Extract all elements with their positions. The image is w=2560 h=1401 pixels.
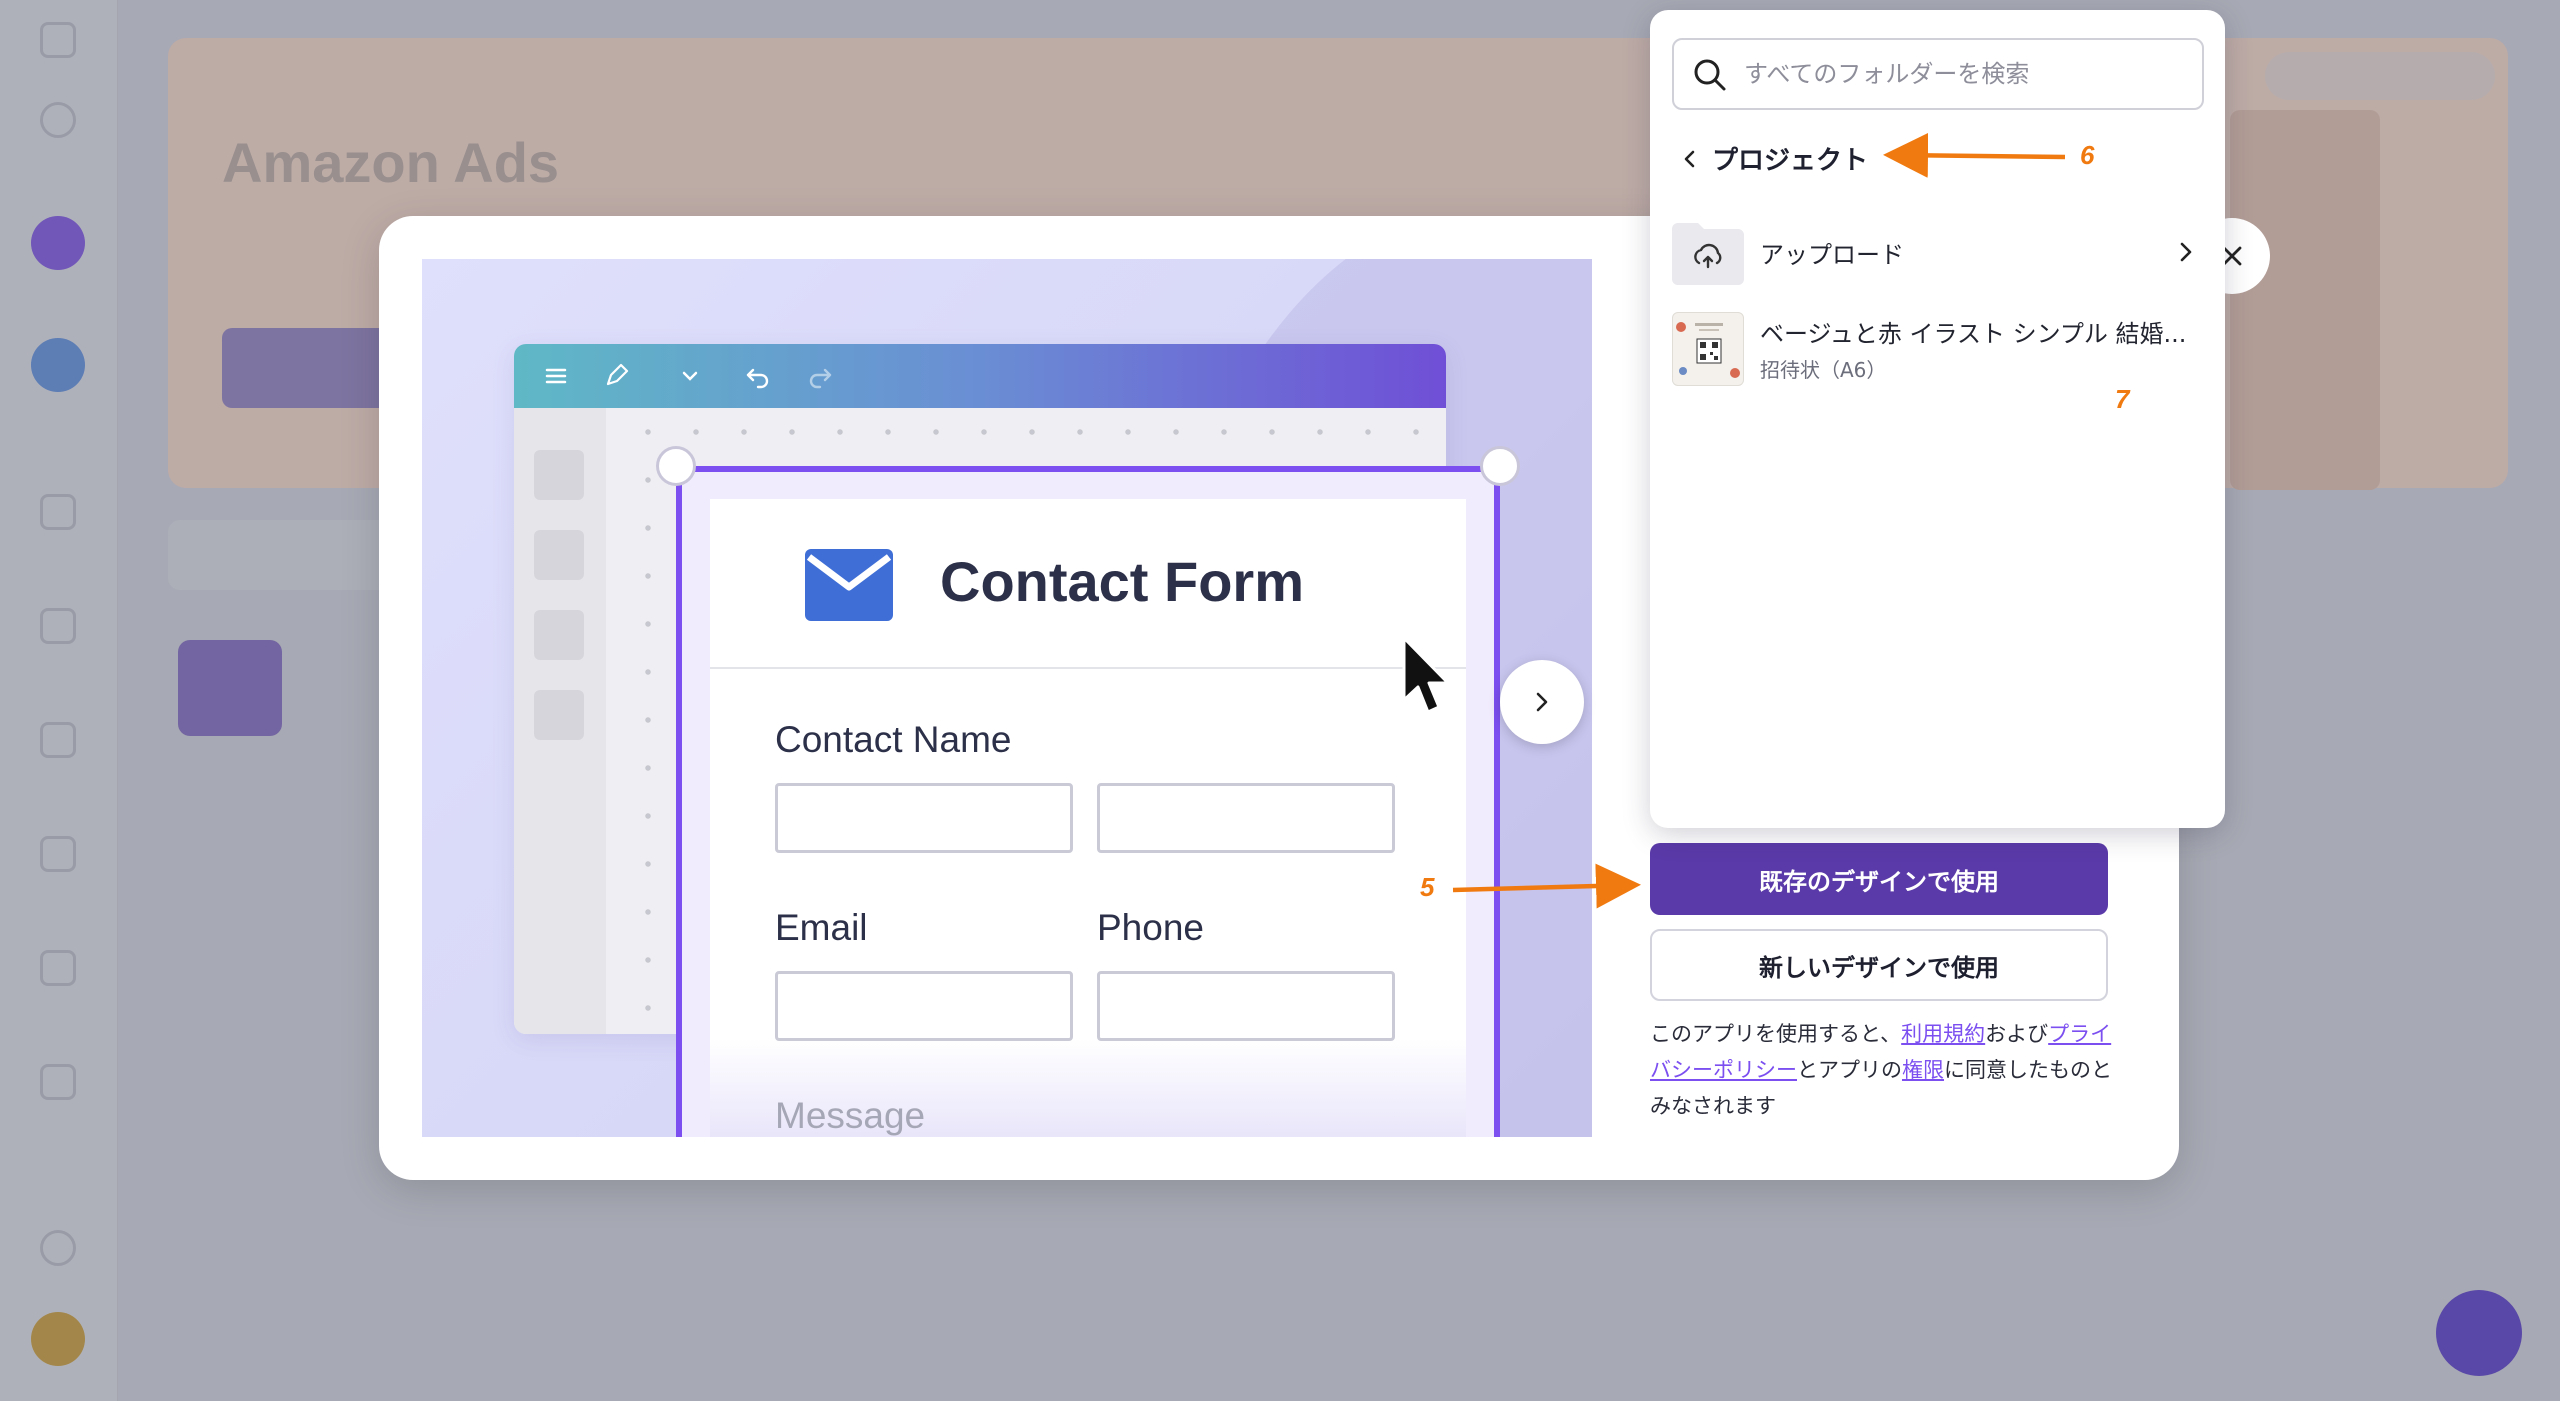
phone-label: Phone <box>1097 907 1204 948</box>
resize-handle <box>1480 446 1520 486</box>
design-subtitle: 招待状（A6） <box>1760 358 1887 382</box>
pencil-icon <box>606 363 629 386</box>
design-title: ベージュと赤 イラスト シンプル 結婚... <box>1760 320 2187 348</box>
chevron-right-icon <box>1536 692 1548 712</box>
form-title: Contact Form <box>940 550 1304 613</box>
last-name-field <box>1097 783 1395 853</box>
chevron-left-icon <box>1684 150 1695 167</box>
email-field <box>775 971 1073 1041</box>
editor-left-rail <box>514 408 606 1034</box>
annotation-7: 7 <box>2115 384 2130 414</box>
folder-item-upload[interactable]: アップロード <box>1672 215 2204 297</box>
rail-item <box>534 690 584 740</box>
rail-item <box>534 450 584 500</box>
resize-handle <box>656 446 696 486</box>
mail-icon <box>805 549 893 621</box>
annotation-5: 5 <box>1420 872 1435 902</box>
folder-label: アップロード <box>1760 241 1904 269</box>
redo-icon <box>809 368 832 389</box>
menu-icon <box>545 368 567 384</box>
invitation-thumbnail-icon <box>1676 322 1740 378</box>
permissions-link[interactable]: 権限 <box>1902 1058 1944 1082</box>
folder-icon <box>1672 223 1744 285</box>
rail-item <box>534 610 584 660</box>
breadcrumb-label: プロジェクト <box>1712 146 1869 176</box>
terms-part: とアプリの <box>1797 1058 1902 1082</box>
next-slide-button[interactable] <box>1500 660 1584 744</box>
contact-name-label: Contact Name <box>775 719 1012 760</box>
terms-of-use-link[interactable]: 利用規約 <box>1901 1022 1985 1046</box>
terms-text: このアプリを使用すると、利用規約およびプライバシーポリシーとアプリの権限に同意し… <box>1650 1016 2120 1124</box>
editor-toolbar <box>514 344 1446 408</box>
message-label: Message <box>775 1095 926 1136</box>
folder-picker-popup: プロジェクト アップロード <box>1650 10 2225 828</box>
chevron-right-icon <box>2180 242 2192 262</box>
terms-part: および <box>1985 1022 2049 1046</box>
use-in-existing-design-button[interactable]: 既存のデザインで使用 <box>1650 843 2108 915</box>
rail-item <box>534 530 584 580</box>
search-icon <box>1694 59 1726 91</box>
email-label: Email <box>775 907 868 948</box>
undo-icon <box>746 368 769 389</box>
design-thumbnail <box>1672 312 1744 386</box>
use-in-new-design-button[interactable]: 新しいデザインで使用 <box>1650 929 2108 1001</box>
annotation-6: 6 <box>2080 140 2095 170</box>
folder-search[interactable] <box>1672 38 2204 110</box>
first-name-field <box>775 783 1073 853</box>
terms-part: このアプリを使用すると、 <box>1650 1022 1902 1046</box>
phone-field <box>1097 971 1395 1041</box>
design-item[interactable]: ベージュと赤 イラスト シンプル 結婚... 招待状（A6） <box>1672 310 2212 400</box>
folder-search-input[interactable] <box>1744 40 2184 108</box>
chevron-down-icon <box>682 371 698 381</box>
breadcrumb-back[interactable]: プロジェクト <box>1680 140 1868 177</box>
mouse-cursor-icon <box>1402 636 1450 714</box>
